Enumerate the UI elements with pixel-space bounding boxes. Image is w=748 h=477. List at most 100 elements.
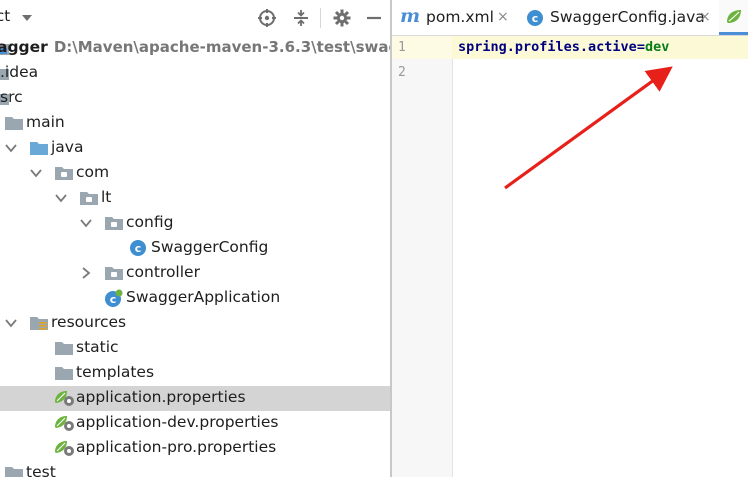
tree-item-name: com [76,163,110,181]
locate-icon[interactable] [256,7,278,29]
spring-properties-icon [54,439,74,457]
tree-item[interactable]: config [0,211,390,236]
close-icon[interactable]: × [497,9,509,25]
package-icon [54,164,74,182]
svg-text:c: c [135,242,142,255]
tree-item-label: config [126,213,173,231]
code-line-1[interactable]: spring.profiles.active=dev [458,39,669,55]
chevron-down-icon[interactable] [29,166,43,180]
project-tool-window: ct agger D:\Maven\apache-maven-3.6.3\test… [0,0,390,477]
spring-properties-icon [54,389,74,407]
tree-item-label: main [26,113,65,131]
tree-item-name: application.properties [76,388,246,406]
tree-item[interactable]: controller [0,261,390,286]
package-icon [79,189,99,207]
chevron-down-icon[interactable] [16,7,38,29]
tree-item-name: application-dev.properties [76,413,279,431]
tree-item[interactable]: application.properties [0,386,390,411]
folder-icon [54,364,74,382]
project-view-title[interactable]: ct [0,7,10,25]
chevron-down-icon[interactable] [4,316,18,330]
gear-icon[interactable] [331,7,353,29]
line-number: 1 [398,40,406,55]
spring-boot-class-icon: c [104,289,124,307]
chevron-down-icon[interactable] [4,141,18,155]
tree-item-label: SwaggerConfig [151,238,268,256]
tree-item-label: agger D:\Maven\apache-maven-3.6.3\test\sw… [0,38,390,56]
tree-item[interactable]: resources [0,311,390,336]
chevron-down-icon[interactable] [79,216,93,230]
tree-item-name: java [51,138,84,156]
tab-application-properties[interactable] [719,0,748,35]
tree-item-name: resources [51,313,127,331]
tree-item-name: static [76,338,119,356]
tree-item-label: application-dev.properties [76,413,278,431]
spring-properties-icon [54,414,74,432]
collapse-all-icon[interactable] [290,7,312,29]
tree-item[interactable]: src [0,86,390,111]
tree-item-label: templates [76,363,154,381]
tree-item-label: SwaggerApplication [126,288,280,306]
tree-item[interactable]: test [0,461,390,477]
property-separator: = [636,39,645,55]
tree-item[interactable]: c SwaggerApplication [0,286,390,311]
tree-item-name: config [126,213,174,231]
close-icon[interactable]: × [699,9,711,25]
folder-icon [54,339,74,357]
editor-area: m pom.xml × c SwaggerConfig.java × 1 2 s… [392,0,748,477]
chevron-right-icon[interactable] [79,266,93,280]
maven-icon: m [400,5,421,27]
tree-item-name: test [26,463,56,477]
tree-item-name: SwaggerConfig [151,238,269,256]
tree-item-label: application-pro.properties [76,438,276,456]
tab-swaggerconfig-java[interactable]: c SwaggerConfig.java × [518,0,718,35]
minimize-icon[interactable] [363,7,385,29]
tree-item-name: SwaggerApplication [126,288,281,306]
tree-item[interactable]: application-dev.properties [0,411,390,436]
tree-item[interactable]: lt [0,186,390,211]
tree-item[interactable]: main [0,111,390,136]
tree-item-label: static [76,338,119,356]
tree-item[interactable]: agger D:\Maven\apache-maven-3.6.3\test\sw… [0,36,390,61]
tab-label: SwaggerConfig.java [550,8,705,26]
tree-item[interactable]: .idea [0,61,390,86]
tree-item-name: src [0,88,23,106]
tree-item-name: lt [101,188,112,206]
tree-item-name: templates [76,363,155,381]
chevron-down-icon[interactable] [54,191,68,205]
java-class-icon: c [526,9,544,31]
package-icon [104,264,124,282]
tree-item[interactable]: static [0,336,390,361]
tree-item[interactable]: java [0,136,390,161]
tab-pom-xml[interactable]: m pom.xml × [392,0,517,35]
tab-label: pom.xml [426,8,494,26]
tree-item-label: controller [126,263,200,281]
spring-properties-icon [725,8,747,30]
tree-item[interactable]: com [0,161,390,186]
svg-text:c: c [110,293,117,306]
package-icon [104,214,124,232]
property-key: spring.profiles.active [458,39,637,55]
tree-item-label: resources [51,313,126,331]
property-value: dev [644,39,670,55]
tree-item-name: .idea [0,63,39,81]
line-number: 2 [398,65,406,80]
tree-item[interactable]: templates [0,361,390,386]
tree-item-name: controller [126,263,200,281]
tree-item-label: com [76,163,109,181]
tree-item-label: lt [101,188,111,206]
folder-icon [4,464,24,477]
tree-item-label: test [26,463,56,477]
line-number-gutter [392,36,453,477]
project-toolbar: ct [0,0,390,36]
resources-root-folder-icon [29,314,49,332]
tree-item[interactable]: application-pro.properties [0,436,390,461]
folder-icon [4,114,24,132]
tree-item-name: application-pro.properties [76,438,277,456]
tree-item-label: java [51,138,83,156]
source-root-folder-icon [29,139,49,157]
java-class-icon: c [129,239,149,257]
tree-item-name: main [26,113,65,131]
svg-text:c: c [532,12,539,25]
tree-item[interactable]: c SwaggerConfig [0,236,390,261]
